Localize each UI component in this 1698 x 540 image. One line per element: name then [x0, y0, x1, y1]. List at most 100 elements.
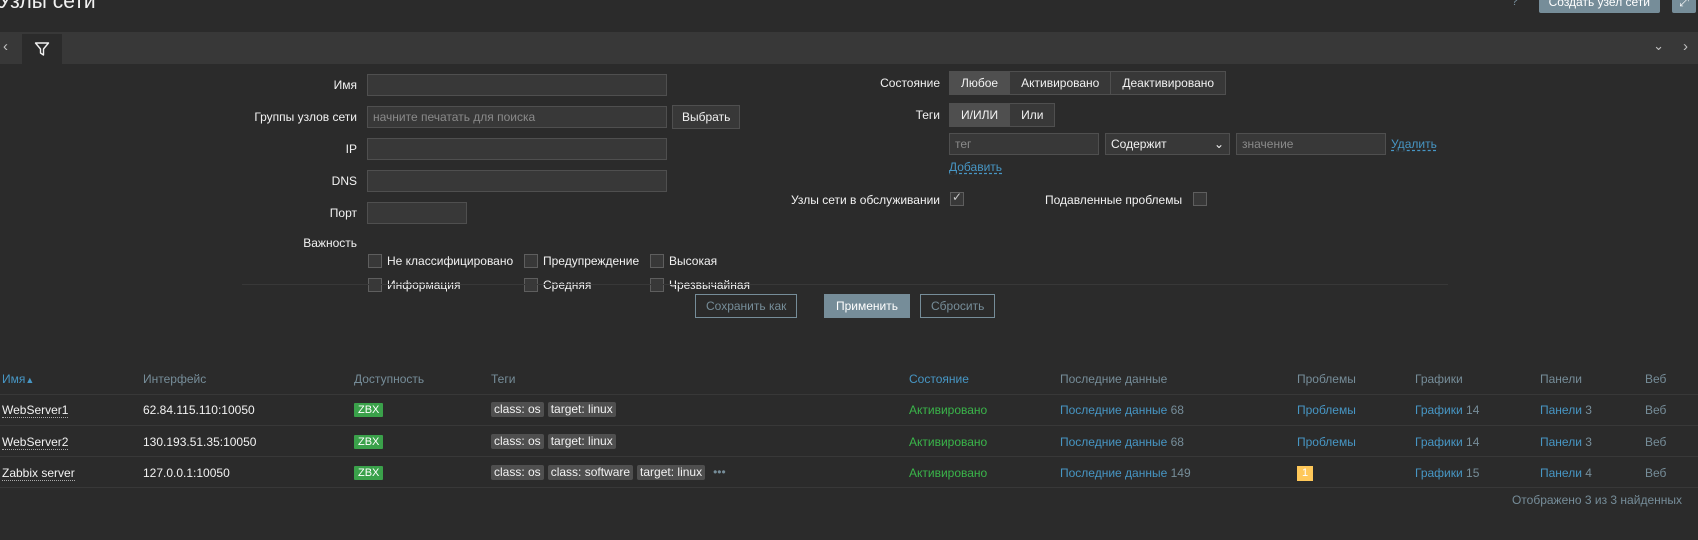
latest-data-link[interactable]: Последние данные — [1060, 435, 1167, 449]
web-cell: Веб — [1645, 466, 1667, 480]
severity-checkbox-not-classified[interactable] — [368, 254, 382, 268]
select-button[interactable]: Выбрать — [672, 105, 741, 129]
host-status-link[interactable]: Активировано — [909, 403, 987, 417]
chevron-down-icon: ⌄ — [1213, 137, 1224, 151]
suppressed-label: Подавленные проблемы — [1045, 193, 1183, 207]
latest-data-count: 68 — [1170, 435, 1184, 449]
latest-data-link[interactable]: Последние данные — [1060, 403, 1167, 417]
zbx-availability-badge[interactable]: ZBX — [354, 466, 384, 480]
status-option-enabled[interactable]: Активировано — [1010, 72, 1112, 94]
web-cell: Веб — [1645, 435, 1667, 449]
problem-count-badge[interactable]: 1 — [1297, 466, 1313, 481]
page-title: Узлы сети — [0, 0, 96, 13]
table-footer-count: Отображено 3 из 3 найденных — [1511, 493, 1682, 507]
web-cell: Веб — [1645, 403, 1667, 417]
row-divider — [0, 425, 1698, 426]
zbx-availability-badge[interactable]: ZBX — [354, 403, 384, 417]
latest-data-count: 68 — [1170, 403, 1184, 417]
hosts-table: Имя▲ Интерфейс Доступность Теги Состояни… — [0, 362, 1698, 522]
problems-link[interactable]: Проблемы — [1297, 435, 1356, 449]
save-as-button[interactable]: Сохранить как — [695, 294, 798, 318]
host-status-link[interactable]: Активировано — [909, 466, 987, 480]
column-header-graphs: Графики — [1415, 372, 1463, 386]
latest-data-link[interactable]: Последние данные — [1060, 466, 1167, 480]
severity-label-average: Средняя — [543, 278, 592, 292]
graphs-link[interactable]: Графики — [1415, 435, 1463, 449]
reset-button[interactable]: Сбросить — [920, 294, 996, 318]
tags-evaltype-segmented: И/ИЛИ Или — [949, 103, 1056, 127]
host-name-link[interactable]: WebServer1 — [2, 403, 69, 418]
severity-checkbox-high[interactable] — [650, 254, 664, 268]
tag-badge: target: linux — [547, 402, 616, 417]
latest-data-count: 149 — [1170, 466, 1191, 480]
column-header-tags: Теги — [491, 372, 516, 386]
graphs-link[interactable]: Графики — [1415, 466, 1463, 480]
tag-name-input[interactable]: тег — [949, 133, 1099, 155]
name-input[interactable] — [367, 74, 667, 96]
chevron-down-icon[interactable]: ⌄ — [1653, 38, 1664, 54]
port-input[interactable] — [367, 202, 467, 224]
host-interface: 127.0.0.1:10050 — [143, 466, 230, 480]
add-tag-link[interactable]: Добавить — [949, 160, 1002, 174]
host-interface: 62.84.115.110:10050 — [143, 403, 255, 417]
status-option-any[interactable]: Любое — [950, 72, 1011, 94]
create-host-button[interactable]: Создать узел сети — [1538, 0, 1660, 13]
host-status-link[interactable]: Активировано — [909, 435, 987, 449]
tags-option-or[interactable]: Или — [1010, 104, 1055, 126]
host-tags: class: os target: linux — [491, 402, 620, 417]
filter-panel: Имя Группы узлов сети начните печатать д… — [0, 64, 1698, 354]
maintenance-checkbox[interactable] — [950, 190, 964, 206]
severity-checkbox-disaster[interactable] — [650, 278, 664, 292]
hostgroups-label: Группы узлов сети — [254, 110, 357, 124]
sort-asc-icon: ▲ — [25, 375, 35, 385]
host-name-link[interactable]: WebServer2 — [2, 435, 69, 450]
column-header-status[interactable]: Состояние — [909, 372, 969, 386]
latest-data-cell: Последние данные 68 — [1060, 403, 1184, 417]
graphs-link[interactable]: Графики — [1415, 403, 1463, 417]
host-name-link[interactable]: Zabbix server — [2, 466, 75, 481]
problems-link[interactable]: Проблемы — [1297, 403, 1356, 417]
dns-input[interactable] — [367, 170, 667, 192]
remove-tag-link[interactable]: Удалить — [1391, 137, 1437, 151]
dashboards-link[interactable]: Панели — [1540, 466, 1582, 480]
tag-operator-value: Содержит — [1111, 137, 1167, 151]
column-header-latest-data: Последние данные — [1060, 372, 1168, 386]
tags-label: Теги — [915, 108, 940, 122]
dashboards-link[interactable]: Панели — [1540, 403, 1582, 417]
help-link[interactable]: ? — [1511, 0, 1518, 8]
severity-checkbox-average[interactable] — [524, 278, 538, 292]
expand-icon[interactable]: ⤢ — [1672, 0, 1696, 13]
ip-label: IP — [345, 142, 357, 156]
chevron-left-icon[interactable]: ‹ — [3, 38, 8, 55]
graphs-count: 15 — [1466, 466, 1480, 480]
status-segmented: Любое Активировано Деактивировано — [949, 71, 1227, 95]
suppressed-checkbox[interactable] — [1193, 192, 1207, 206]
maintenance-label: Узлы сети в обслуживании — [790, 193, 940, 207]
column-header-dashboards: Панели — [1540, 372, 1582, 386]
dashboards-cell: Панели 4 — [1540, 466, 1592, 480]
severity-label-disaster: Чрезвычайная — [669, 278, 751, 292]
severity-checkbox-warning[interactable] — [524, 254, 538, 268]
dashboards-link[interactable]: Панели — [1540, 435, 1582, 449]
more-tags-icon[interactable]: ••• — [713, 465, 726, 479]
severity-checkbox-information[interactable] — [368, 278, 382, 292]
tags-option-and-or[interactable]: И/ИЛИ — [950, 104, 1011, 126]
ip-input[interactable] — [367, 138, 667, 160]
filter-tab[interactable] — [22, 34, 62, 64]
tag-badge: target: linux — [547, 434, 616, 449]
severity-label-information: Информация — [387, 278, 461, 292]
apply-button[interactable]: Применить — [824, 294, 911, 318]
zbx-availability-badge[interactable]: ZBX — [354, 435, 384, 449]
filter-tab-strip: ‹ ⌄ › — [0, 32, 1698, 64]
hostgroups-input[interactable]: начните печатать для поиска — [367, 106, 667, 128]
column-header-web: Веб — [1645, 372, 1667, 386]
chevron-right-icon[interactable]: › — [1683, 38, 1688, 55]
column-header-interface: Интерфейс — [143, 372, 207, 386]
latest-data-cell: Последние данные 149 — [1060, 466, 1191, 480]
status-option-disabled[interactable]: Деактивировано — [1111, 72, 1226, 94]
graphs-cell: Графики 15 — [1415, 466, 1479, 480]
host-interface: 130.193.51.35:10050 — [143, 435, 257, 449]
tag-operator-select[interactable]: Содержит ⌄ — [1105, 133, 1230, 155]
column-header-name[interactable]: Имя▲ — [2, 372, 34, 386]
tag-value-input[interactable]: значение — [1236, 133, 1386, 155]
